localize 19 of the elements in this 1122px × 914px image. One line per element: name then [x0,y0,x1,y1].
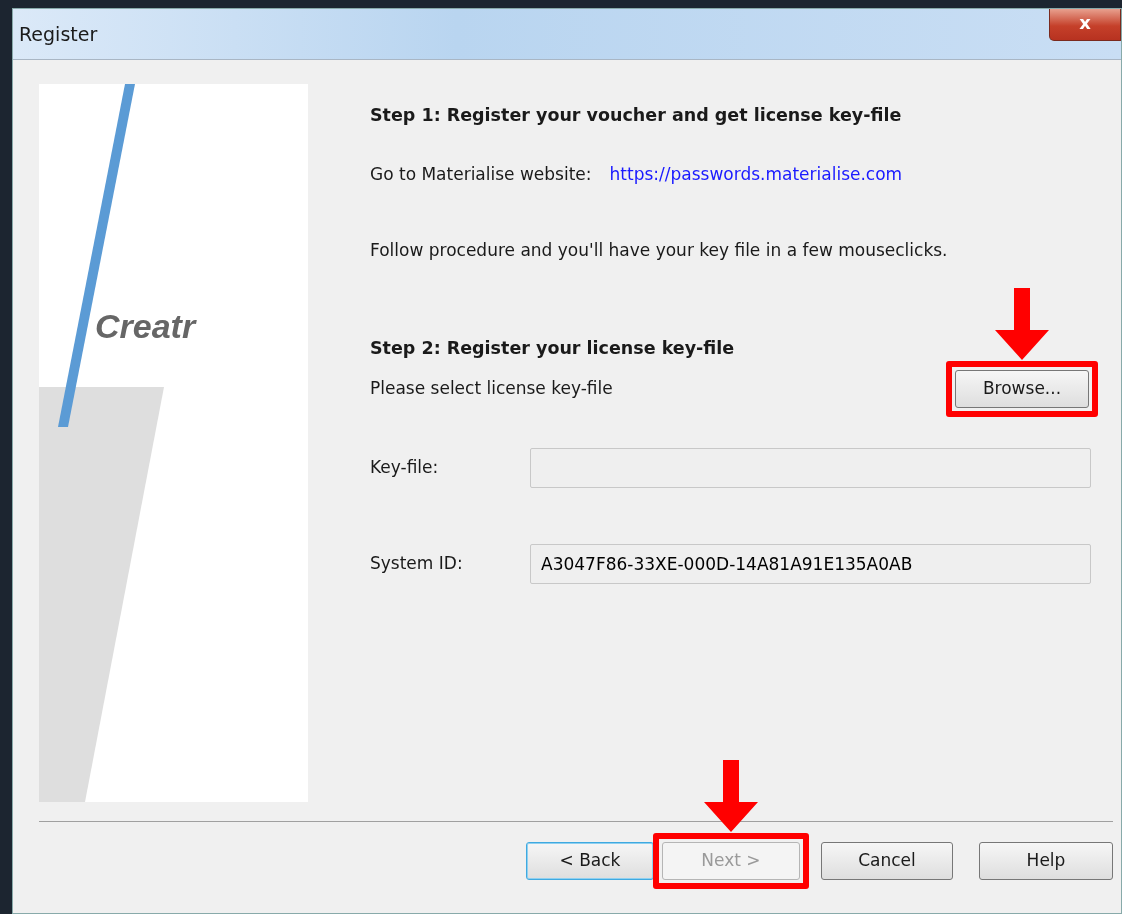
browse-button[interactable]: Browse... [955,369,1089,408]
down-arrow-icon [704,760,758,832]
down-arrow-icon [995,287,1049,360]
step-heading: Step 1: Register your voucher and get license key-file [370,104,903,127]
close-button[interactable]: x [1049,9,1121,41]
field-label: Key-file: [370,455,440,479]
instruction-text: Follow procedure and you'll have your key file in a few mouseclicks. [370,238,949,262]
website-label: Go to Materialise website: [370,163,592,187]
step-heading: Step 2: Register your license key-file [370,337,736,361]
logo-drawing: Creatr [39,84,308,802]
dialog-button[interactable]: Help [979,842,1113,880]
prompt-text: Please select license key-file [370,376,613,400]
dialog-button[interactable]: < Back [526,842,654,880]
window-title: Register [19,21,98,47]
text-field[interactable] [530,447,1091,488]
website-link[interactable]: https://passwords.materialise.com [609,162,903,188]
dialog-button[interactable]: Cancel [821,842,953,880]
text-field[interactable]: A3047F86-33XE-000D-14A81A91E135A0AB [530,543,1091,584]
field-label: System ID: [370,551,464,575]
